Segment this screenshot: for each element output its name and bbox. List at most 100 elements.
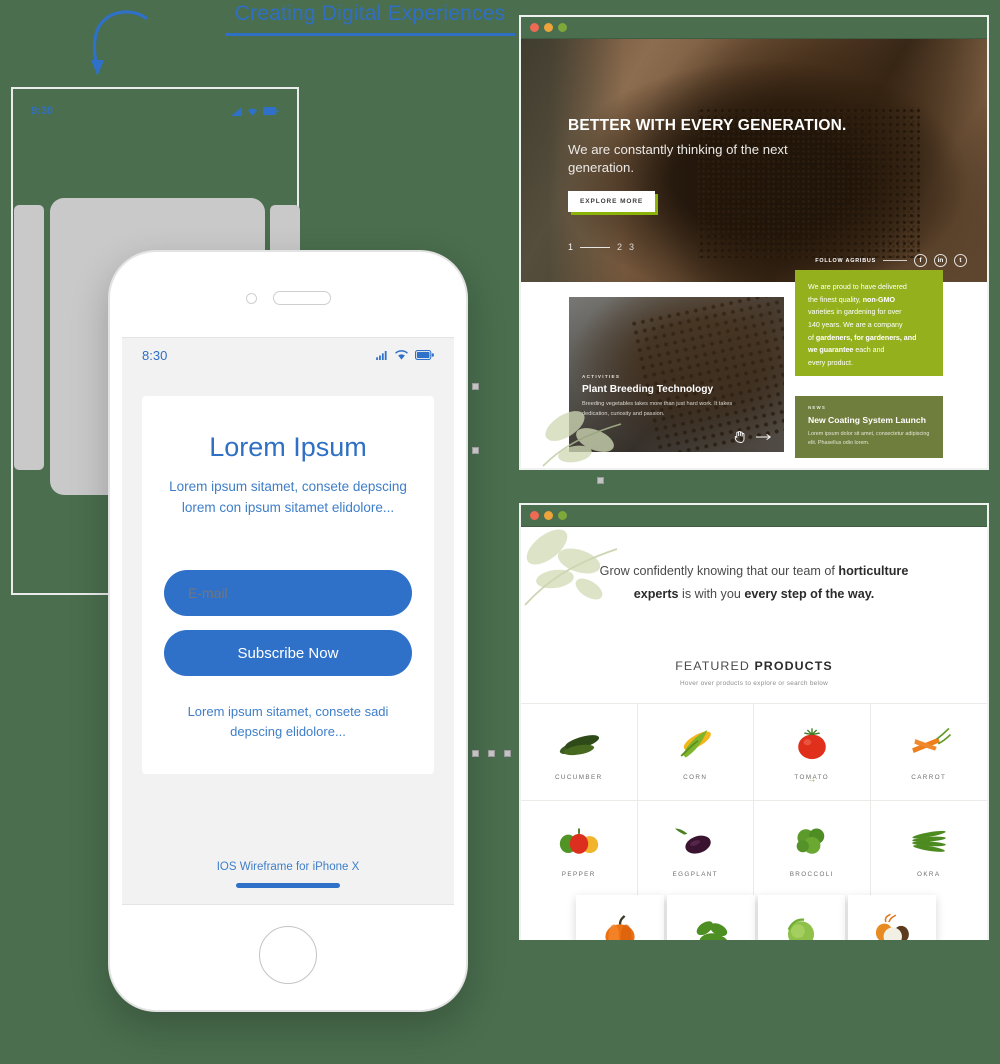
window-titlebar [521, 505, 987, 527]
home-indicator [236, 883, 340, 888]
cucumber-icon [559, 734, 599, 755]
carousel-slide-2[interactable]: 2 [617, 242, 622, 252]
activities-title: Plant Breeding Technology [582, 384, 714, 395]
subscribe-button[interactable]: Subscribe Now [164, 630, 412, 677]
product-label: CUCUMBER [554, 773, 603, 781]
product-cell-cucumber[interactable]: CUCUMBER [521, 702, 638, 800]
pumpkin-icon [605, 915, 635, 940]
promo-line-5-bold: gardeners, for gardeners, and [815, 333, 917, 342]
browser-window-products[interactable]: Grow confidently knowing that our team o… [519, 503, 989, 940]
promo-line-5-pre: of [808, 333, 816, 342]
phone-status-time: 8:30 [142, 347, 168, 363]
wireframe-status-icons [231, 106, 279, 116]
news-kicker: NEWS [808, 405, 826, 410]
product-cell-corn[interactable]: CORN [637, 702, 754, 800]
close-dot-icon[interactable] [530, 511, 539, 520]
product-label: PEPPER [561, 870, 596, 878]
arrow-right-icon[interactable] [756, 433, 772, 441]
hero-carousel-nav[interactable]: 1 2 3 [568, 242, 634, 252]
promo-line-2-bold: non-GMO [862, 295, 895, 304]
product-label: CARROT [911, 773, 947, 781]
close-dot-icon[interactable] [530, 23, 539, 32]
maximize-dot-icon[interactable] [558, 23, 567, 32]
selection-handle[interactable] [472, 447, 479, 454]
wireframe-shape-left [14, 205, 44, 470]
products-page: Grow confidently knowing that our team o… [521, 527, 987, 940]
phone-status-icons [376, 350, 434, 360]
phone-status-bar: 8:30 [122, 338, 454, 372]
featured-subtitle: Hover over products to explore or search… [679, 679, 829, 687]
card-footer-text: Lorem ipsum sitamet, consete sadi depsci… [187, 704, 389, 740]
headline-block: Creating Digital Experiences [170, 2, 570, 36]
selection-handle[interactable] [504, 750, 511, 757]
intro-bold-2: every step of the way. [744, 587, 875, 602]
hero-banner: BETTER WITH EVERY GENERATION. We are con… [521, 39, 987, 282]
subscribe-card: Lorem Ipsum Lorem ipsum sitamet, consete… [142, 396, 434, 775]
facebook-icon[interactable]: f [914, 254, 927, 267]
featured-title-light: FEATURED [675, 658, 755, 673]
tomato-icon [797, 728, 826, 759]
twitter-icon[interactable]: t [954, 254, 967, 267]
hero-content: BETTER WITH EVERY GENERATION. We are con… [521, 39, 987, 213]
hero-paragraph: We are constantly thinking of the next g… [568, 142, 788, 176]
carousel-progress-line [580, 246, 611, 248]
follow-bar: FOLLOW AGRIBUS f in t [815, 254, 967, 267]
broccoli-icon [796, 828, 825, 854]
linkedin-icon[interactable]: in [934, 254, 947, 267]
hero-heading: BETTER WITH EVERY GENERATION. [568, 117, 847, 134]
product-cell-eggplant[interactable]: EGGPLANT [637, 799, 754, 897]
corn-icon [680, 729, 712, 758]
carousel-slide-1[interactable]: 1 [568, 242, 573, 252]
news-text: Lorem ipsum dolor sit amet, consectetur … [808, 431, 930, 447]
wifi-icon [247, 108, 258, 116]
email-input[interactable] [164, 570, 412, 617]
browser-window-hero[interactable]: BETTER WITH EVERY GENERATION. We are con… [519, 15, 989, 470]
product-cell-broccoli[interactable]: BROCCOLI [754, 799, 871, 897]
hand-pointer-icon[interactable] [734, 431, 745, 443]
activities-card[interactable]: ACTIVITIES Plant Breeding Technology Bre… [569, 297, 784, 452]
activities-actions[interactable] [734, 431, 772, 443]
carrot-icon [911, 727, 951, 753]
intro-paragraph: Grow confidently knowing that our team o… [521, 527, 987, 607]
battery-icon [415, 350, 434, 360]
explore-more-button[interactable]: EXPLORE MORE [568, 191, 656, 213]
product-card-pumpkin[interactable]: PUMPKIN [576, 895, 664, 940]
card-subtitle: Lorem ipsum sitamet, consete depscing lo… [169, 479, 407, 515]
product-cell-okra[interactable]: OKRA [870, 799, 987, 897]
arrow-right-icon[interactable]: → [807, 774, 816, 784]
front-camera-icon [245, 292, 257, 304]
maximize-dot-icon[interactable] [558, 511, 567, 520]
minimize-dot-icon[interactable] [544, 511, 553, 520]
selection-handle[interactable] [597, 477, 604, 484]
product-cell-carrot[interactable]: CARROT [870, 702, 987, 800]
product-label: EGGPLANT [672, 870, 718, 878]
selection-handle[interactable] [472, 383, 479, 390]
title-underline [225, 33, 515, 36]
product-label: BROCCOLI [789, 870, 834, 878]
pepper-icon [559, 828, 598, 854]
minimize-dot-icon[interactable] [544, 23, 553, 32]
promo-line-4: 140 years. We are a company [808, 320, 903, 329]
product-card-lettuce[interactable]: LETTUCE [757, 895, 846, 940]
spinach-icon [696, 921, 728, 940]
promo-line-7: every product. [808, 358, 853, 367]
onion-icon [876, 913, 909, 940]
product-card-spinach[interactable]: SPINACH [666, 895, 755, 940]
featured-title-bold: PRODUCTS [754, 658, 833, 673]
product-card-onion[interactable]: ONION [848, 895, 936, 940]
selection-handle[interactable] [472, 750, 479, 757]
carousel-slide-3[interactable]: 3 [629, 242, 634, 252]
wireframe-status-time: 9:30 [31, 105, 54, 117]
product-cell-tomato[interactable]: TOMATO → [754, 702, 871, 800]
news-card[interactable]: NEWS New Coating System Launch Lorem ips… [795, 396, 943, 458]
product-cell-pepper[interactable]: PEPPER [521, 799, 638, 897]
product-label: OKRA [917, 870, 941, 878]
window-titlebar [521, 17, 987, 39]
okra-icon [911, 830, 946, 852]
phone-top-hardware [110, 290, 466, 306]
selection-handle[interactable] [488, 750, 495, 757]
home-button[interactable] [259, 926, 317, 984]
activities-kicker: ACTIVITIES [582, 374, 621, 379]
iphone-mockup[interactable]: 8:30 Lorem Ipsum Lorem ipsum sitamet, co… [108, 250, 468, 1012]
promo-line-3: varieties in gardening for over [808, 308, 902, 317]
